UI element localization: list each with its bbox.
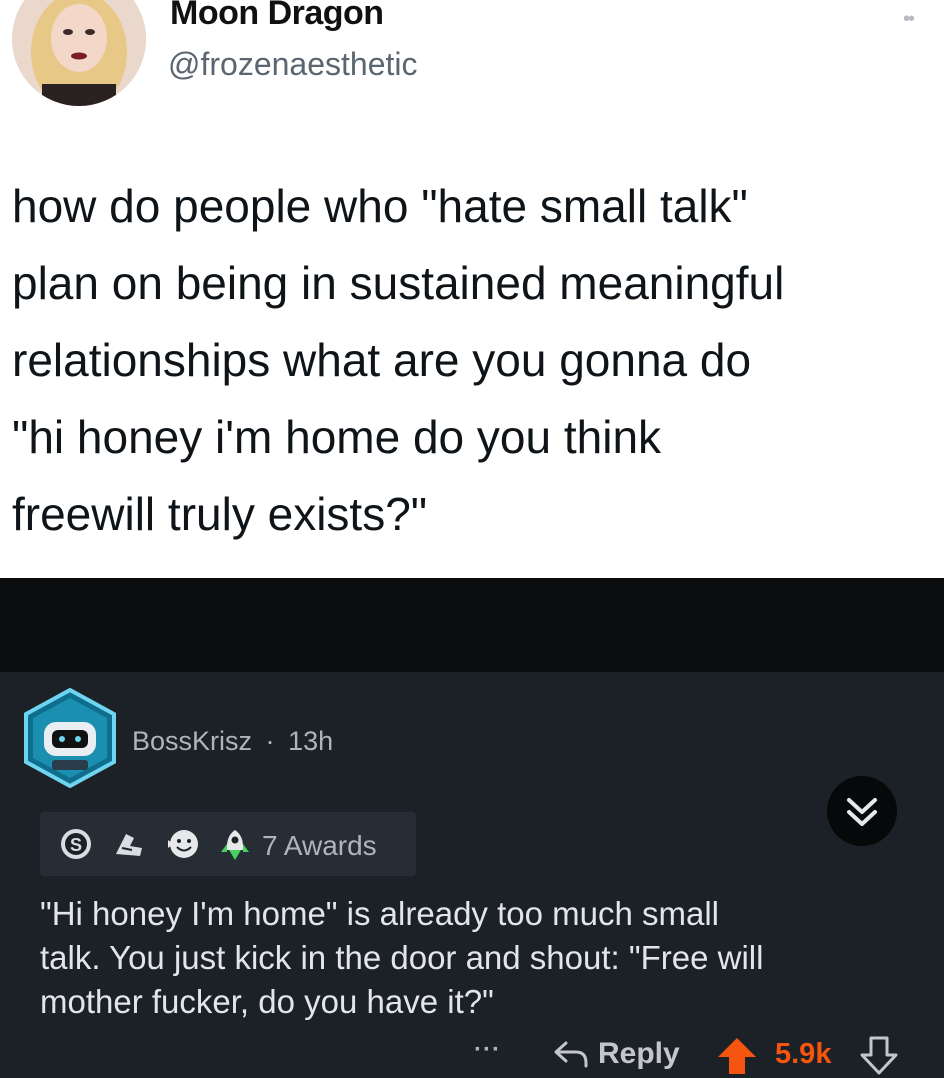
vote-score: 5.9k: [775, 1038, 832, 1070]
reply-button[interactable]: Reply: [552, 1034, 680, 1074]
downvote-icon[interactable]: [858, 1036, 900, 1076]
reply-label: Reply: [598, 1037, 680, 1070]
chevron-double-down-icon: [847, 798, 877, 826]
comment-username[interactable]: BossKrisz: [132, 726, 252, 756]
tweet-card: Moon Dragon @frozenaesthetic •• how do p…: [0, 0, 944, 578]
meta-separator: ·: [265, 726, 275, 756]
collapse-button[interactable]: [827, 776, 897, 846]
comment-meta: BossKrisz · 13h: [132, 726, 339, 757]
divider-band: [0, 578, 944, 672]
comment-time: 13h: [288, 726, 334, 756]
tweet-author-name[interactable]: Moon Dragon: [170, 0, 384, 33]
wholesome-award-icon: [168, 830, 198, 858]
comment-actions: ··· Reply 5.9k: [0, 1034, 944, 1078]
rocket-award-icon: [221, 830, 249, 860]
awards-label: 7 Awards: [262, 830, 377, 861]
reply-arrow-icon: [554, 1041, 588, 1068]
awards-bar[interactable]: S 7 Awards: [40, 812, 416, 876]
upvote-icon[interactable]: [716, 1036, 758, 1076]
tweet-author-handle[interactable]: @frozenaesthetic: [168, 46, 418, 83]
comment-text: "Hi honey I'm home" is already too much …: [40, 895, 764, 1020]
user-avatar[interactable]: [22, 687, 118, 789]
tweet-author-avatar[interactable]: [12, 0, 146, 106]
more-options-button[interactable]: ···: [474, 1036, 501, 1064]
more-dots-icon[interactable]: ••: [903, 8, 915, 31]
helpful-award-icon: [116, 834, 142, 856]
reddit-comment: BossKrisz · 13h S 7 Awards "Hi honey I'm…: [0, 672, 944, 1078]
svg-text:S: S: [70, 835, 82, 855]
silver-award-icon: S: [61, 829, 91, 859]
tweet-text: how do people who "hate small talk" plan…: [12, 180, 785, 540]
